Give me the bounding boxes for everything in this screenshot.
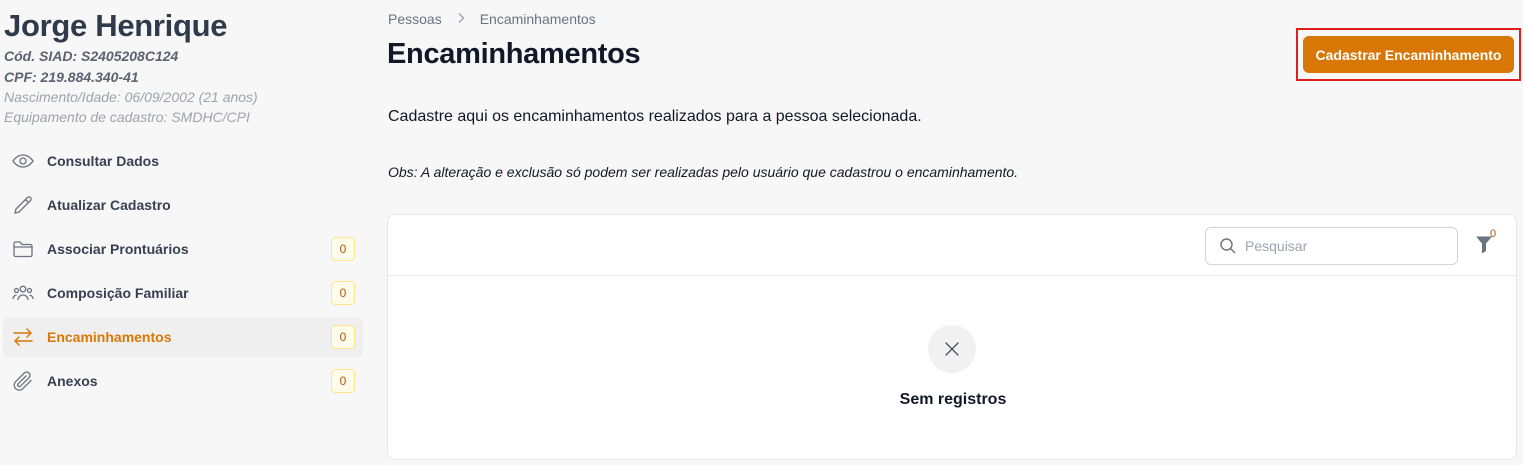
breadcrumb-item-encaminhamentos: Encaminhamentos <box>479 11 596 27</box>
sidebar-item-label: Atualizar Cadastro <box>47 197 171 213</box>
obs-note: Obs: A alteração e exclusão só podem ser… <box>388 164 1019 180</box>
page: Jorge Henrique Cód. SIAD: S2405208C124 C… <box>0 0 1523 465</box>
sidebar-item-label: Anexos <box>47 373 98 389</box>
sidebar-item-label: Consultar Dados <box>47 153 160 169</box>
sidebar-item-composicao-familiar[interactable]: Composição Familiar 0 <box>3 273 363 313</box>
page-title: Encaminhamentos <box>387 38 641 70</box>
search-icon <box>1219 237 1237 255</box>
sidebar: Jorge Henrique Cód. SIAD: S2405208C124 C… <box>0 0 370 465</box>
chevron-right-icon <box>456 11 466 27</box>
records-card: 0 Sem registros <box>387 214 1517 460</box>
sidebar-item-label: Associar Prontuários <box>47 241 189 257</box>
person-equipment: Equipamento de cadastro: SMDHC/CPI <box>4 109 250 125</box>
search-box[interactable] <box>1205 227 1458 265</box>
folder-icon <box>11 237 35 261</box>
count-badge: 0 <box>331 281 355 305</box>
sidebar-item-anexos[interactable]: Anexos 0 <box>3 361 363 401</box>
sidebar-item-label: Composição Familiar <box>47 285 189 301</box>
sidebar-item-consultar-dados[interactable]: Consultar Dados <box>3 141 363 181</box>
page-description: Cadastre aqui os encaminhamentos realiza… <box>388 108 922 125</box>
sidebar-item-label: Encaminhamentos <box>47 329 172 345</box>
person-birth: Nascimento/Idade: 06/09/2002 (21 anos) <box>4 89 258 105</box>
search-input[interactable] <box>1245 238 1445 254</box>
sidebar-item-encaminhamentos[interactable]: Encaminhamentos 0 <box>3 317 363 357</box>
filter-count-badge: 0 <box>1490 228 1497 240</box>
person-cpf: CPF: 219.884.340-41 <box>4 69 139 85</box>
sidebar-item-atualizar-cadastro[interactable]: Atualizar Cadastro <box>3 185 363 225</box>
highlight-box: Cadastrar Encaminhamento <box>1296 28 1521 81</box>
breadcrumb: Pessoas Encaminhamentos <box>388 11 596 27</box>
sidebar-nav: Consultar Dados Atualizar Cadastro Assoc… <box>3 141 363 405</box>
card-toolbar: 0 <box>388 215 1516 276</box>
breadcrumb-item-pessoas[interactable]: Pessoas <box>388 11 442 27</box>
arrows-exchange-icon <box>11 325 35 349</box>
eye-icon <box>11 149 35 173</box>
users-icon <box>11 281 35 305</box>
count-badge: 0 <box>331 237 355 261</box>
filter-button[interactable]: 0 <box>1473 228 1503 258</box>
sidebar-item-associar-prontuarios[interactable]: Associar Prontuários 0 <box>3 229 363 269</box>
empty-state-text: Sem registros <box>899 391 1007 408</box>
person-siad: Cód. SIAD: S2405208C124 <box>4 48 179 64</box>
count-badge: 0 <box>331 369 355 393</box>
count-badge: 0 <box>331 325 355 349</box>
close-icon <box>928 325 976 373</box>
cadastrar-encaminhamento-button[interactable]: Cadastrar Encaminhamento <box>1303 36 1514 73</box>
person-name: Jorge Henrique <box>4 8 228 43</box>
paperclip-icon <box>11 369 35 393</box>
pencil-icon <box>11 193 35 217</box>
